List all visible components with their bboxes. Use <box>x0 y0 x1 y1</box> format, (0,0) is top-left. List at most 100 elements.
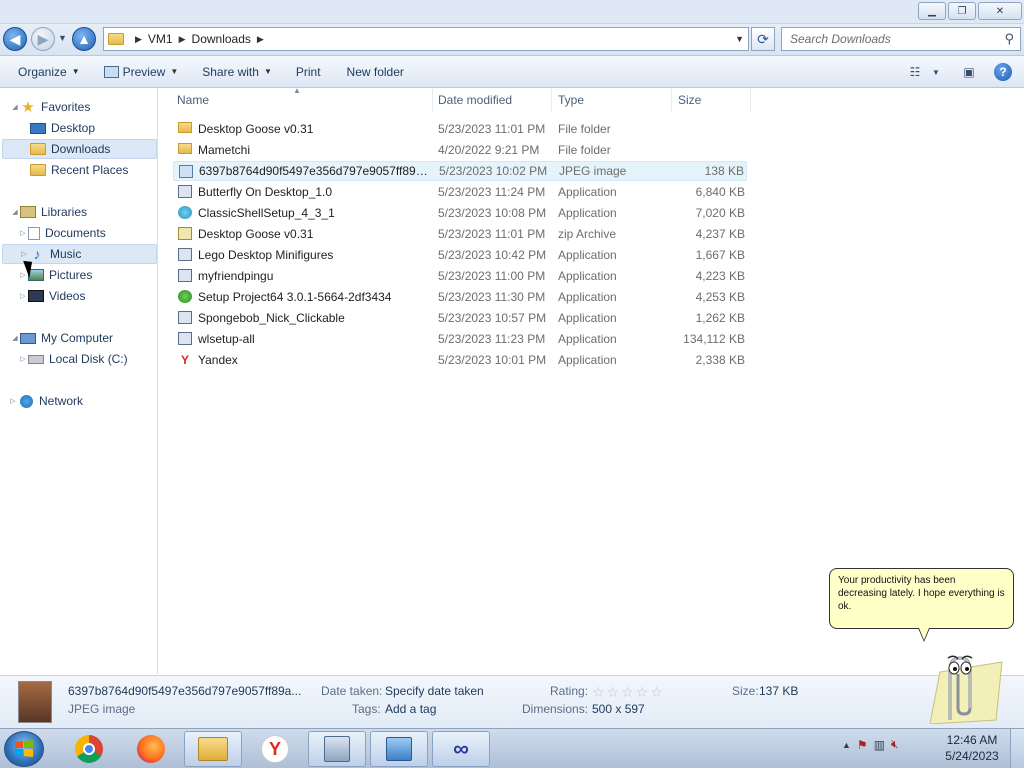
file-type: Application <box>558 332 617 346</box>
preview-button[interactable]: Preview ▼ <box>88 60 187 84</box>
back-button[interactable]: ◀ <box>3 27 27 51</box>
preview-pane-icon[interactable]: ▣ <box>956 60 982 84</box>
nav-documents[interactable]: ▷ Documents <box>18 223 105 243</box>
expanded-triangle-icon[interactable]: ◢ <box>10 103 20 111</box>
search-icon[interactable]: ⚲ <box>1004 31 1014 47</box>
show-hidden-icons-icon[interactable]: ▲ <box>842 740 851 750</box>
file-row[interactable]: Setup Project64 3.0.1-5664-2df3434 5/23/… <box>173 287 747 307</box>
application-icon <box>178 332 192 345</box>
file-row-selected[interactable]: 6397b8764d90f5497e356d797e9057ff89af6...… <box>173 161 747 181</box>
breadcrumb-downloads[interactable]: Downloads <box>192 32 251 46</box>
file-type: Application <box>558 290 617 304</box>
nav-network[interactable]: ▷ Network <box>8 391 83 411</box>
nav-favorites[interactable]: ◢ ★ Favorites <box>10 97 90 117</box>
clippy-speech-bubble[interactable]: Your productivity has been decreasing la… <box>829 568 1014 629</box>
nav-recent-places[interactable]: Recent Places <box>30 160 128 180</box>
address-bar[interactable]: ▶ VM1 ▶ Downloads ▶ ▼ <box>103 27 749 51</box>
preview-label: Preview <box>122 64 166 79</box>
file-row[interactable]: Lego Desktop Minifigures 5/23/2023 10:42… <box>173 245 747 265</box>
search-input[interactable]: Search Downloads ⚲ <box>781 27 1021 51</box>
file-row[interactable]: Y Yandex 5/23/2023 10:01 PM Application … <box>173 350 747 370</box>
dimensions-value: 500 x 597 <box>592 702 645 716</box>
collapsed-triangle-icon[interactable]: ▷ <box>8 397 18 405</box>
nav-my-computer[interactable]: ◢ My Computer <box>10 328 113 348</box>
folder-icon <box>178 122 192 133</box>
date-taken-field[interactable]: Specify date taken <box>385 684 484 698</box>
file-row[interactable]: Desktop Goose v0.31 5/23/2023 11:01 PM z… <box>173 224 747 244</box>
taskbar-chrome[interactable] <box>60 731 118 767</box>
breadcrumb-separator-icon[interactable]: ▶ <box>179 34 186 45</box>
column-size-label: Size <box>678 93 702 107</box>
breadcrumb-vm1[interactable]: VM1 <box>148 32 173 46</box>
start-button[interactable] <box>4 731 44 767</box>
file-row[interactable]: Desktop Goose v0.31 5/23/2023 11:01 PM F… <box>173 119 747 139</box>
file-row[interactable]: myfriendpingu 5/23/2023 11:00 PM Applica… <box>173 266 747 286</box>
column-header-name[interactable]: Name ▲ <box>171 86 433 112</box>
file-row[interactable]: Mametchi 4/20/2022 9:21 PM File folder <box>173 140 747 160</box>
column-header-date[interactable]: Date modified <box>432 88 552 112</box>
file-type: File folder <box>558 143 611 157</box>
collapsed-triangle-icon[interactable]: ▷ <box>18 292 28 300</box>
show-desktop-button[interactable] <box>1010 729 1024 768</box>
breadcrumb-separator-icon[interactable]: ▶ <box>257 34 264 45</box>
file-name: Desktop Goose v0.31 <box>198 227 314 241</box>
forward-button[interactable]: ▶ <box>31 27 55 51</box>
taskbar-firefox[interactable] <box>122 731 180 767</box>
collapsed-triangle-icon[interactable]: ▷ <box>18 355 28 363</box>
nav-local-disk[interactable]: ▷ Local Disk (C:) <box>18 349 127 369</box>
details-pane: 6397b8764d90f5497e356d797e9057ff89a... J… <box>0 675 1024 728</box>
taskbar-yandex[interactable]: Y <box>246 731 304 767</box>
clippy-assistant[interactable] <box>910 642 1006 724</box>
print-label: Print <box>295 64 321 79</box>
minimize-button[interactable]: ▁ <box>918 2 946 20</box>
collapsed-triangle-icon[interactable]: ▷ <box>19 250 29 258</box>
breadcrumb-separator-icon[interactable]: ▶ <box>135 34 142 45</box>
collapsed-triangle-icon[interactable]: ▷ <box>18 229 28 237</box>
tags-field[interactable]: Add a tag <box>385 702 436 716</box>
refresh-button[interactable]: ⟳ <box>751 27 775 51</box>
new-folder-button[interactable]: New folder <box>329 60 412 84</box>
address-dropdown-icon[interactable]: ▼ <box>735 34 744 44</box>
file-name: Setup Project64 3.0.1-5664-2df3434 <box>198 290 392 304</box>
taskbar-clock[interactable]: 12:46 AM 5/24/2023 <box>943 732 1001 764</box>
taskbar-app[interactable]: ∞ <box>432 731 490 767</box>
file-row[interactable]: ClassicShellSetup_4_3_1 5/23/2023 10:08 … <box>173 203 747 223</box>
file-row[interactable]: wlsetup-all 5/23/2023 11:23 PM Applicati… <box>173 329 747 349</box>
view-options-icon[interactable]: ☷ <box>902 60 928 84</box>
file-date: 5/23/2023 11:23 PM <box>438 332 546 346</box>
file-row[interactable]: Butterfly On Desktop_1.0 5/23/2023 11:24… <box>173 182 747 202</box>
column-header-type[interactable]: Type <box>552 88 672 112</box>
details-filename: 6397b8764d90f5497e356d797e9057ff89a... <box>68 684 302 698</box>
chevron-down-icon[interactable]: ▼ <box>928 60 944 84</box>
music-icon: ♪ <box>33 246 41 262</box>
recent-pages-dropdown[interactable]: ▼ <box>58 33 67 43</box>
taskbar-control-panel[interactable] <box>370 731 428 767</box>
help-button[interactable]: ? <box>990 60 1016 84</box>
nav-desktop[interactable]: Desktop <box>30 118 95 138</box>
date-taken-label: Date taken: <box>321 684 383 698</box>
taskbar-explorer[interactable] <box>184 731 242 767</box>
expanded-triangle-icon[interactable]: ◢ <box>10 208 20 216</box>
file-type: Application <box>558 353 617 367</box>
documents-icon <box>28 226 40 240</box>
volume-muted-icon[interactable]: 🔇︎ <box>891 737 899 752</box>
organize-button[interactable]: Organize ▼ <box>0 60 88 84</box>
nav-label: Favorites <box>41 100 91 114</box>
print-button[interactable]: Print <box>280 60 329 84</box>
share-with-button[interactable]: Share with ▼ <box>186 60 280 84</box>
maximize-button[interactable]: ❐ <box>948 2 976 20</box>
nav-libraries[interactable]: ◢ Libraries <box>10 202 87 222</box>
up-button[interactable]: ▲ <box>72 27 96 51</box>
libraries-icon <box>20 206 36 218</box>
rating-stars[interactable]: ☆☆☆☆☆ <box>592 684 665 701</box>
nav-videos[interactable]: ▷ Videos <box>18 286 85 306</box>
expanded-triangle-icon[interactable]: ◢ <box>10 334 20 342</box>
taskbar-installer[interactable] <box>308 731 366 767</box>
nav-downloads[interactable]: Downloads <box>2 139 157 159</box>
firefox-icon <box>137 735 165 763</box>
network-status-icon[interactable]: ▥ <box>874 738 885 752</box>
close-button[interactable]: ✕ <box>978 2 1022 20</box>
file-row[interactable]: Spongebob_Nick_Clickable 5/23/2023 10:57… <box>173 308 747 328</box>
flag-alert-icon[interactable]: ⚑ <box>857 738 868 752</box>
column-header-size[interactable]: Size <box>672 88 751 112</box>
